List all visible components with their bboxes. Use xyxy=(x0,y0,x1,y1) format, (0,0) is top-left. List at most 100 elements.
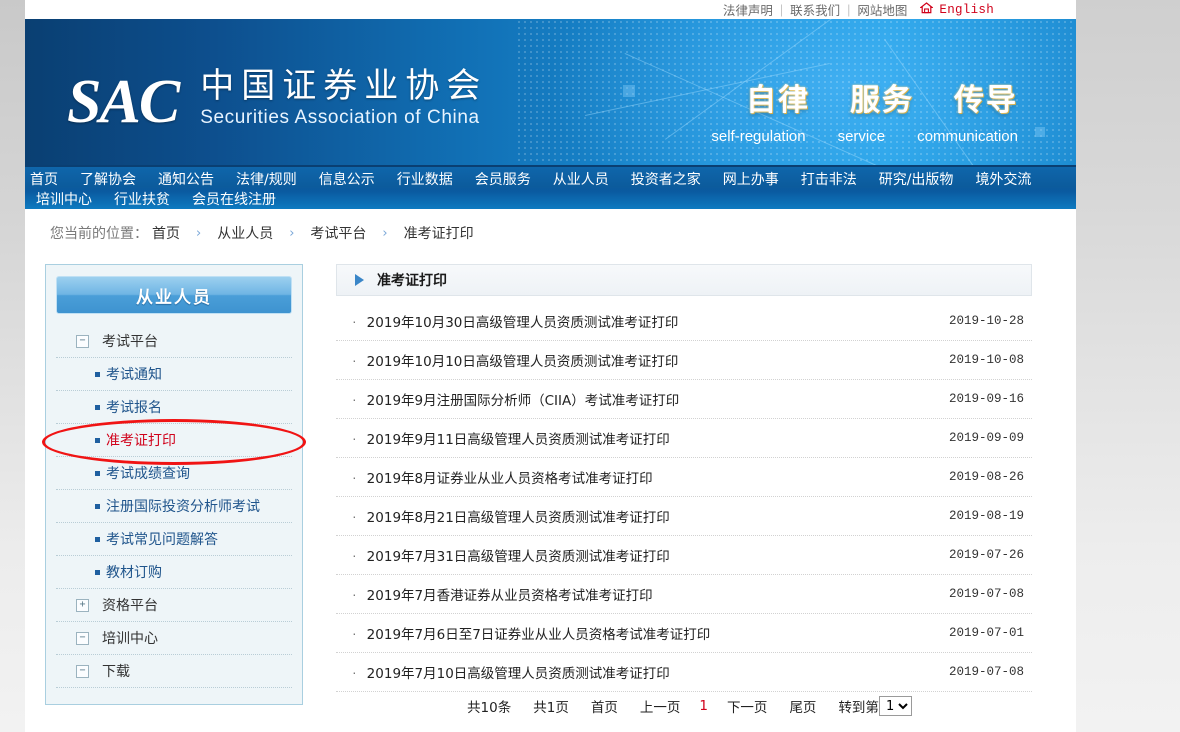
topbar-link[interactable]: 联系我们 xyxy=(783,0,847,19)
sidebar-item-list: −考试平台考试通知考试报名准考证打印考试成绩查询注册国际投资分析师考试考试常见问… xyxy=(56,325,292,688)
nav-item-境外交流[interactable]: 境外交流 xyxy=(964,170,1042,190)
pagination: 共10条 共1页 首页 上一页 1 下一页 尾页 转到第 1 xyxy=(336,692,1032,720)
nav-item-会员在线注册[interactable]: 会员在线注册 xyxy=(181,190,287,210)
list-item[interactable]: · 2019年10月10日高级管理人员资质测试准考证打印2019-10-08 xyxy=(336,341,1032,380)
nav-item-信息公示[interactable]: 信息公示 xyxy=(308,170,386,190)
bullet-icon: · xyxy=(352,470,357,484)
list-item[interactable]: ·2019年7月香港证券从业员资格考试准考证打印2019-07-08 xyxy=(336,575,1032,614)
slogan-en-row: self-regulationservicecommunication xyxy=(711,128,1018,145)
page-jump-select[interactable]: 1 xyxy=(879,696,912,716)
list-item-title[interactable]: 2019年7月10日高级管理人员资质测试准考证打印 xyxy=(367,662,938,682)
topbar-link[interactable]: 法律声明 xyxy=(716,0,780,19)
list-item-title[interactable]: 2019年7月31日高级管理人员资质测试准考证打印 xyxy=(367,545,938,565)
list-item-title[interactable]: 2019年8月21日高级管理人员资质测试准考证打印 xyxy=(367,506,938,526)
square-bullet-icon xyxy=(95,438,100,443)
square-bullet-icon xyxy=(95,537,100,542)
list-item-title[interactable]: 2019年8月证券业从业人员资格考试准考证打印 xyxy=(367,467,938,487)
breadcrumb: 您当前的位置：首页›从业人员›考试平台›准考证打印 xyxy=(50,223,478,243)
list-item-date: 2019-07-08 xyxy=(938,587,1030,601)
sidebar-item-下载[interactable]: −下载 xyxy=(56,655,292,688)
site-logo[interactable]: SAC 中国证券业协会 Securities Association of Ch… xyxy=(67,67,487,129)
list-item-title[interactable]: 2019年7月香港证券从业员资格考试准考证打印 xyxy=(367,584,938,604)
prev-page-button[interactable]: 上一页 xyxy=(629,696,692,716)
list-item[interactable]: · 2019年8月证券业从业人员资格考试准考证打印2019-08-26 xyxy=(336,458,1032,497)
sidebar-item-教材订购[interactable]: 教材订购 xyxy=(56,556,292,589)
sidebar-item-label: 考试平台 xyxy=(102,331,158,351)
list-item-title[interactable]: 2019年9月注册国际分析师（CIIA）考试准考证打印 xyxy=(367,389,938,409)
sidebar-item-注册国际投资分析师考试[interactable]: 注册国际投资分析师考试 xyxy=(56,490,292,523)
english-link[interactable]: English xyxy=(935,3,994,17)
last-page-button[interactable]: 尾页 xyxy=(778,696,827,716)
nav-item-投资者之家[interactable]: 投资者之家 xyxy=(620,170,712,190)
nav-item-首页[interactable]: 首页 xyxy=(25,170,69,190)
nav-item-通知公告[interactable]: 通知公告 xyxy=(147,170,225,190)
bullet-icon: · xyxy=(352,392,357,406)
collapse-icon[interactable]: − xyxy=(76,665,89,678)
nav-item-培训中心[interactable]: 培训中心 xyxy=(25,190,103,210)
list-item[interactable]: ·2019年8月21日高级管理人员资质测试准考证打印2019-08-19 xyxy=(336,497,1032,536)
slogan-cn-word: 服务 xyxy=(850,75,914,119)
nav-item-研究/出版物[interactable]: 研究/出版物 xyxy=(868,170,965,190)
breadcrumb-segment[interactable]: 从业人员 xyxy=(213,223,277,243)
list-item[interactable]: ·2019年10月30日高级管理人员资质测试准考证打印2019-10-28 xyxy=(336,302,1032,341)
slogan-en-word: service xyxy=(838,128,886,145)
sidebar-item-考试成绩查询[interactable]: 考试成绩查询 xyxy=(56,457,292,490)
top-utility-links: 法律声明|联系我们|网站地图English xyxy=(716,0,994,19)
list-item-date: 2019-08-26 xyxy=(938,470,1030,484)
sidebar-item-考试通知[interactable]: 考试通知 xyxy=(56,358,292,391)
triangle-right-icon xyxy=(355,274,364,286)
nav-item-网上办事[interactable]: 网上办事 xyxy=(712,170,790,190)
list-item-date: 2019-10-08 xyxy=(938,353,1030,367)
site-banner: SAC 中国证券业协会 Securities Association of Ch… xyxy=(25,19,1076,165)
sidebar-item-考试平台[interactable]: −考试平台 xyxy=(56,325,292,358)
current-page-number[interactable]: 1 xyxy=(691,698,716,714)
breadcrumb-segment[interactable]: 考试平台 xyxy=(306,223,370,243)
square-bullet-icon xyxy=(95,372,100,377)
list-item[interactable]: ·2019年9月注册国际分析师（CIIA）考试准考证打印2019-09-16 xyxy=(336,380,1032,419)
list-item-date: 2019-10-28 xyxy=(938,314,1030,328)
sidebar-item-label: 考试常见问题解答 xyxy=(106,529,218,549)
list-item[interactable]: ·2019年7月10日高级管理人员资质测试准考证打印2019-07-08 xyxy=(336,653,1032,692)
sidebar-item-label: 教材订购 xyxy=(106,562,162,582)
list-item[interactable]: ·2019年7月6日至7日证券业从业人员资格考试准考证打印2019-07-01 xyxy=(336,614,1032,653)
nav-item-会员服务[interactable]: 会员服务 xyxy=(464,170,542,190)
slogan-cn-word: 传导 xyxy=(954,75,1018,119)
nav-item-行业数据[interactable]: 行业数据 xyxy=(386,170,464,190)
list-item[interactable]: ·2019年9月11日高级管理人员资质测试准考证打印2019-09-09 xyxy=(336,419,1032,458)
sidebar-item-考试常见问题解答[interactable]: 考试常见问题解答 xyxy=(56,523,292,556)
list-item-date: 2019-08-19 xyxy=(938,509,1030,523)
first-page-button[interactable]: 首页 xyxy=(580,696,629,716)
page-root: 法律声明|联系我们|网站地图English SAC 中国证券业协会 Securi… xyxy=(0,0,1180,732)
slogan-cn-word: 自律 xyxy=(746,75,810,119)
list-item-date: 2019-07-08 xyxy=(938,665,1030,679)
sidebar-item-准考证打印[interactable]: 准考证打印 xyxy=(56,424,292,457)
left-gutter xyxy=(0,0,25,732)
nav-item-打击非法[interactable]: 打击非法 xyxy=(790,170,868,190)
list-item-title[interactable]: 2019年9月11日高级管理人员资质测试准考证打印 xyxy=(367,428,938,448)
nav-item-法律/规则[interactable]: 法律/规则 xyxy=(225,170,308,190)
square-bullet-icon xyxy=(95,504,100,509)
list-item-title[interactable]: 2019年10月30日高级管理人员资质测试准考证打印 xyxy=(367,311,938,331)
bullet-icon: · xyxy=(352,353,357,367)
next-page-button[interactable]: 下一页 xyxy=(716,696,779,716)
nav-item-行业扶贫[interactable]: 行业扶贫 xyxy=(103,190,181,210)
list-item-title[interactable]: 2019年10月10日高级管理人员资质测试准考证打印 xyxy=(367,350,938,370)
collapse-icon[interactable]: − xyxy=(76,632,89,645)
topbar-link[interactable]: 网站地图 xyxy=(850,0,914,19)
main-navigation: 首页了解协会通知公告法律/规则信息公示行业数据会员服务从业人员投资者之家网上办事… xyxy=(25,165,1076,211)
slogan-cn-row: 自律服务传导 xyxy=(711,75,1018,119)
list-item[interactable]: ·2019年7月31日高级管理人员资质测试准考证打印2019-07-26 xyxy=(336,536,1032,575)
total-items-label: 共10条 xyxy=(456,696,522,716)
sidebar-item-资格平台[interactable]: +资格平台 xyxy=(56,589,292,622)
sidebar-item-考试报名[interactable]: 考试报名 xyxy=(56,391,292,424)
collapse-icon[interactable]: − xyxy=(76,335,89,348)
breadcrumb-arrow-icon: › xyxy=(184,226,213,241)
breadcrumb-segment[interactable]: 首页 xyxy=(148,223,184,243)
nav-item-从业人员[interactable]: 从业人员 xyxy=(542,170,620,190)
sidebar-item-培训中心[interactable]: −培训中心 xyxy=(56,622,292,655)
slogan-en-word: self-regulation xyxy=(711,128,805,145)
list-item-title[interactable]: 2019年7月6日至7日证券业从业人员资格考试准考证打印 xyxy=(367,623,938,643)
expand-icon[interactable]: + xyxy=(76,599,89,612)
nav-item-了解协会[interactable]: 了解协会 xyxy=(69,170,147,190)
banner-slogan: 自律服务传导 self-regulationservicecommunicati… xyxy=(711,75,1018,145)
